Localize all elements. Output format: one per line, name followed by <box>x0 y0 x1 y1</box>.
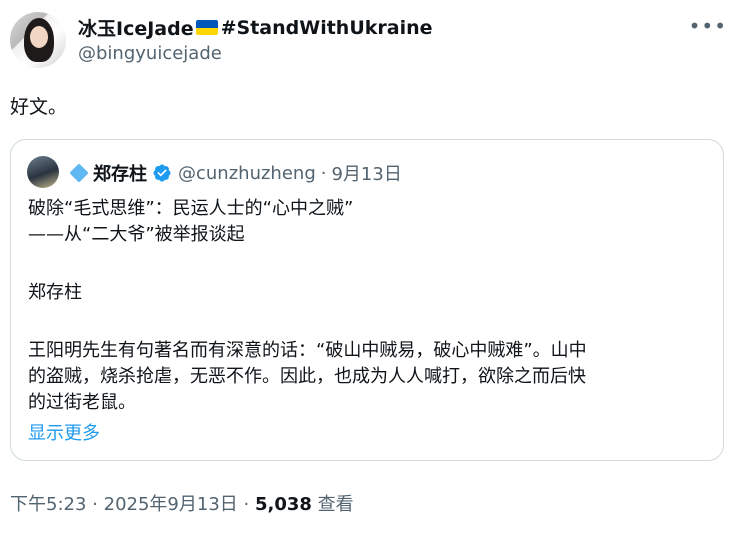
quoted-author-avatar[interactable] <box>27 156 59 188</box>
author-name: 冰玉IceJade <box>78 18 194 40</box>
quoted-line: ——从“二大爷”被举报谈起 <box>28 224 245 245</box>
tweet-text: 好文。 <box>10 96 68 118</box>
meta-separator: · <box>92 494 98 515</box>
tweet-date[interactable]: 2025年9月13日 <box>104 494 238 515</box>
quoted-line: 的盗贼，烧杀抢虐，无恶不作。因此，也成为人人喊打，欲除之而后快 <box>28 366 586 387</box>
quoted-author-handle[interactable]: @cunzhuzheng <box>178 163 316 184</box>
show-more-link[interactable]: 显示更多 <box>28 419 100 445</box>
quoted-line: 郑存柱 <box>28 282 82 303</box>
author-name-row[interactable]: 冰玉IceJade #StandWithUkraine <box>78 14 433 41</box>
quoted-date[interactable]: 9月13日 <box>331 160 401 186</box>
quoted-text: 破除“毛式思维”：民运人士的“心中之贼” ——从“二大爷”被举报谈起 郑存柱 王… <box>28 196 708 416</box>
quoted-header: 郑存柱 @cunzhuzheng · 9月13日 <box>67 160 402 186</box>
avatar-face <box>30 26 48 48</box>
meta-separator: · <box>243 494 250 515</box>
quoted-tweet-card[interactable]: 郑存柱 @cunzhuzheng · 9月13日 破除“毛式思维”：民运人士的“… <box>10 139 724 461</box>
tweet-meta: 下午5:23 · 2025年9月13日 · 5,038 查看 <box>10 490 354 516</box>
author-handle[interactable]: @bingyuicejade <box>78 43 222 64</box>
quoted-line-blank <box>28 248 708 274</box>
author-avatar[interactable] <box>10 12 66 68</box>
tweet-time[interactable]: 下午5:23 <box>10 494 86 515</box>
tweet: 冰玉IceJade #StandWithUkraine @bingyuiceja… <box>0 0 745 534</box>
author-hashtag: #StandWithUkraine <box>220 16 433 39</box>
quoted-line: 王阳明先生有句著名而有深意的话：“破山中贼易，破心中贼难”。山中 <box>28 340 587 361</box>
views-count: 5,038 <box>255 494 312 515</box>
quoted-author-name[interactable]: 郑存柱 <box>93 160 147 186</box>
quoted-header-separator: · <box>320 162 327 184</box>
ukraine-flag-icon <box>195 20 218 35</box>
more-horizontal-icon[interactable]: ••• <box>689 14 727 38</box>
views-label: 查看 <box>317 494 354 515</box>
quoted-line: 破除“毛式思维”：民运人士的“心中之贼” <box>28 198 354 219</box>
diamond-icon <box>69 163 89 183</box>
verified-badge-icon <box>153 164 171 182</box>
quoted-line-blank <box>28 306 708 332</box>
quoted-line: 的过街老鼠。 <box>28 392 136 413</box>
